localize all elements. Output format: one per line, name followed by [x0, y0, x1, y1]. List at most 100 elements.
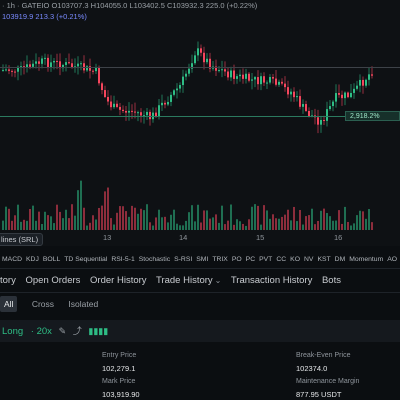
volume-bar	[191, 205, 193, 230]
candle-body	[122, 109, 124, 111]
indicator-0[interactable]: MACD	[2, 256, 22, 263]
candle-body	[119, 106, 121, 110]
volume-bar	[164, 216, 166, 230]
volume-bar	[203, 210, 205, 230]
candle-body	[329, 106, 331, 110]
ohlc-readout: · 1h · GATEIO O103707.3 H104055.0 L10340…	[2, 1, 257, 10]
candle-body	[248, 73, 250, 81]
indicator-1[interactable]: KDJ	[26, 256, 39, 263]
indicator-18[interactable]: AO	[387, 256, 397, 263]
candle-body	[371, 74, 373, 76]
indicator-17[interactable]: Momentum	[349, 256, 383, 263]
tab-order-history[interactable]: Order History	[90, 275, 146, 286]
tab-bots[interactable]: Bots	[322, 275, 341, 286]
volume-bar	[332, 220, 334, 230]
volume-bar	[104, 191, 106, 230]
candle-body	[236, 76, 238, 79]
candle-body	[203, 52, 205, 63]
candle-body	[356, 85, 358, 89]
volume-bar	[293, 206, 295, 230]
indicator-16[interactable]: DM	[335, 256, 346, 263]
filter-cross[interactable]: Cross	[32, 299, 54, 309]
volume-bar	[11, 220, 13, 230]
chevron-down-icon[interactable]: ⌄	[215, 276, 222, 285]
indicator-10[interactable]: PC	[246, 256, 255, 263]
candle-body	[131, 110, 133, 112]
filter-isolated[interactable]: Isolated	[68, 299, 98, 309]
volume-bar	[230, 204, 232, 230]
tab-open-orders[interactable]: Open Orders	[25, 275, 80, 286]
candle-body	[56, 60, 58, 62]
volume-bar	[302, 224, 304, 230]
candle-body	[65, 62, 67, 65]
volume-bar	[296, 221, 298, 230]
entry-price-value: 102,279.1	[102, 364, 136, 373]
volume-bar	[32, 205, 34, 230]
leverage-value[interactable]: · 20x	[31, 326, 52, 337]
candle-body	[287, 87, 289, 95]
volume-bar	[362, 211, 364, 230]
indicator-14[interactable]: NV	[304, 256, 313, 263]
volume-bar	[299, 209, 301, 230]
indicator-3[interactable]: TD Sequential	[64, 256, 107, 263]
volume-bar	[26, 220, 28, 230]
series-tag[interactable]: lines (SRL)	[0, 233, 44, 246]
volume-bar	[239, 221, 241, 230]
volume-bar	[254, 204, 256, 230]
indicator-5[interactable]: Stochastic	[139, 256, 170, 263]
volume-bar	[152, 225, 154, 230]
volume-bar	[329, 216, 331, 230]
x-label-15: 15	[256, 233, 265, 242]
candle-body	[299, 96, 301, 107]
candle-body	[335, 93, 337, 102]
volume-bar	[224, 224, 226, 230]
candle-body	[368, 74, 370, 80]
indicator-12[interactable]: CC	[276, 256, 286, 263]
candle-body	[281, 81, 283, 84]
volume-bar	[359, 210, 361, 230]
indicator-15[interactable]: KST	[317, 256, 330, 263]
indicator-9[interactable]: PO	[232, 256, 242, 263]
indicator-8[interactable]: TRIX	[212, 256, 227, 263]
candle-body	[116, 103, 118, 107]
candle-body	[224, 69, 226, 72]
indicator-7[interactable]: SMI	[196, 256, 208, 263]
x-label-13: 13	[103, 233, 112, 242]
volume-bar	[290, 220, 292, 230]
candle-body	[47, 57, 49, 68]
candle-body	[347, 92, 349, 98]
tab-position-history[interactable]: tory	[0, 275, 16, 286]
candle-body	[197, 48, 199, 56]
position-header[interactable]: Long · 20x ✎ ⤴ ▮▮▮▮	[0, 320, 400, 342]
candle-body	[164, 102, 166, 105]
tab-trade-history[interactable]: Trade History	[156, 275, 213, 286]
volume-bar	[128, 216, 130, 230]
candle-body	[326, 109, 328, 121]
indicator-2[interactable]: BOLL	[43, 256, 60, 263]
volume-bar	[260, 224, 262, 230]
candle-body	[158, 105, 160, 117]
candle-body	[245, 73, 247, 79]
indicator-11[interactable]: PVT	[259, 256, 272, 263]
volume-bar	[56, 204, 58, 230]
candle-body	[170, 94, 172, 102]
indicator-4[interactable]: RSI-5-1	[111, 256, 134, 263]
tab-transaction-history[interactable]: Transaction History	[231, 275, 312, 286]
candle-body	[182, 76, 184, 86]
volume-bar	[368, 209, 370, 230]
volume-bar	[323, 208, 325, 230]
indicator-13[interactable]: KO	[290, 256, 300, 263]
candle-body	[68, 62, 70, 64]
volume-bar	[5, 206, 7, 230]
filter-all[interactable]: All	[0, 296, 18, 312]
candle-body	[359, 79, 361, 86]
share-icon[interactable]: ⤴	[73, 326, 82, 336]
candle-body	[98, 67, 100, 84]
edit-icon[interactable]: ✎	[59, 326, 67, 336]
candle-body	[194, 55, 196, 64]
candle-body	[302, 104, 304, 107]
volume-bar	[68, 218, 70, 230]
indicator-6[interactable]: S-RSI	[174, 256, 192, 263]
candle-body	[11, 70, 13, 72]
price-chart[interactable]: · 1h · GATEIO O103707.3 H104055.0 L10340…	[0, 0, 400, 246]
